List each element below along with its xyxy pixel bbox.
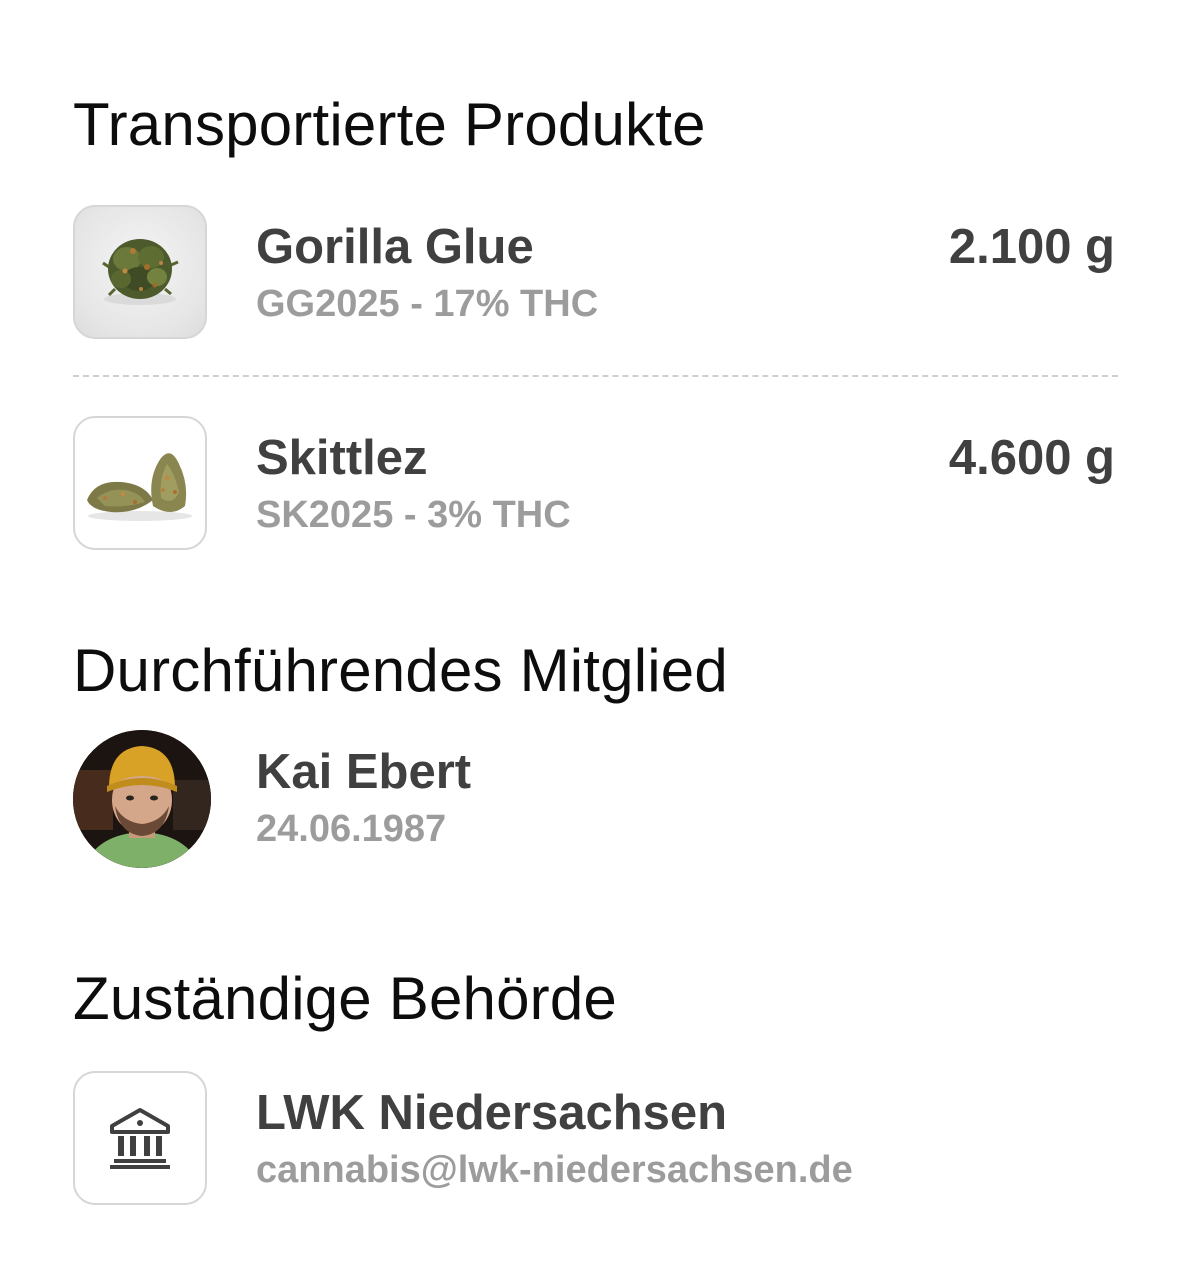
product-detail: SK2025 - 3% THC [256,494,571,536]
bank-building-icon [73,1071,207,1205]
authority-row[interactable]: LWK Niedersachsen cannabis@lwk-niedersac… [73,1071,1115,1205]
member-name: Kai Ebert [256,745,472,799]
authority-email[interactable]: cannabis@lwk-niedersachsen.de [256,1151,853,1189]
member-row[interactable]: Kai Ebert 24.06.1987 [73,730,1115,868]
section-title-authority: Zuständige Behörde [73,965,617,1032]
avatar [73,730,211,868]
product-image-gorilla-glue [73,205,207,339]
authority-name: LWK Niedersachsen [256,1086,728,1140]
product-amount: 2.100 g [948,220,1115,274]
product-name: Gorilla Glue [256,220,534,274]
product-row-gorilla-glue[interactable]: Gorilla Glue GG2025 - 17% THC 2.100 g [73,205,1115,339]
member-birthdate: 24.06.1987 [256,808,447,850]
product-row-skittlez[interactable]: Skittlez SK2025 - 3% THC 4.600 g [73,416,1115,550]
product-detail: GG2025 - 17% THC [256,283,599,325]
section-title-member: Durchführendes Mitglied [73,637,728,704]
product-image-skittlez [73,416,207,550]
product-divider [73,375,1118,377]
product-name: Skittlez [256,431,428,485]
product-amount: 4.600 g [948,431,1115,485]
section-title-products: Transportierte Produkte [73,91,706,158]
